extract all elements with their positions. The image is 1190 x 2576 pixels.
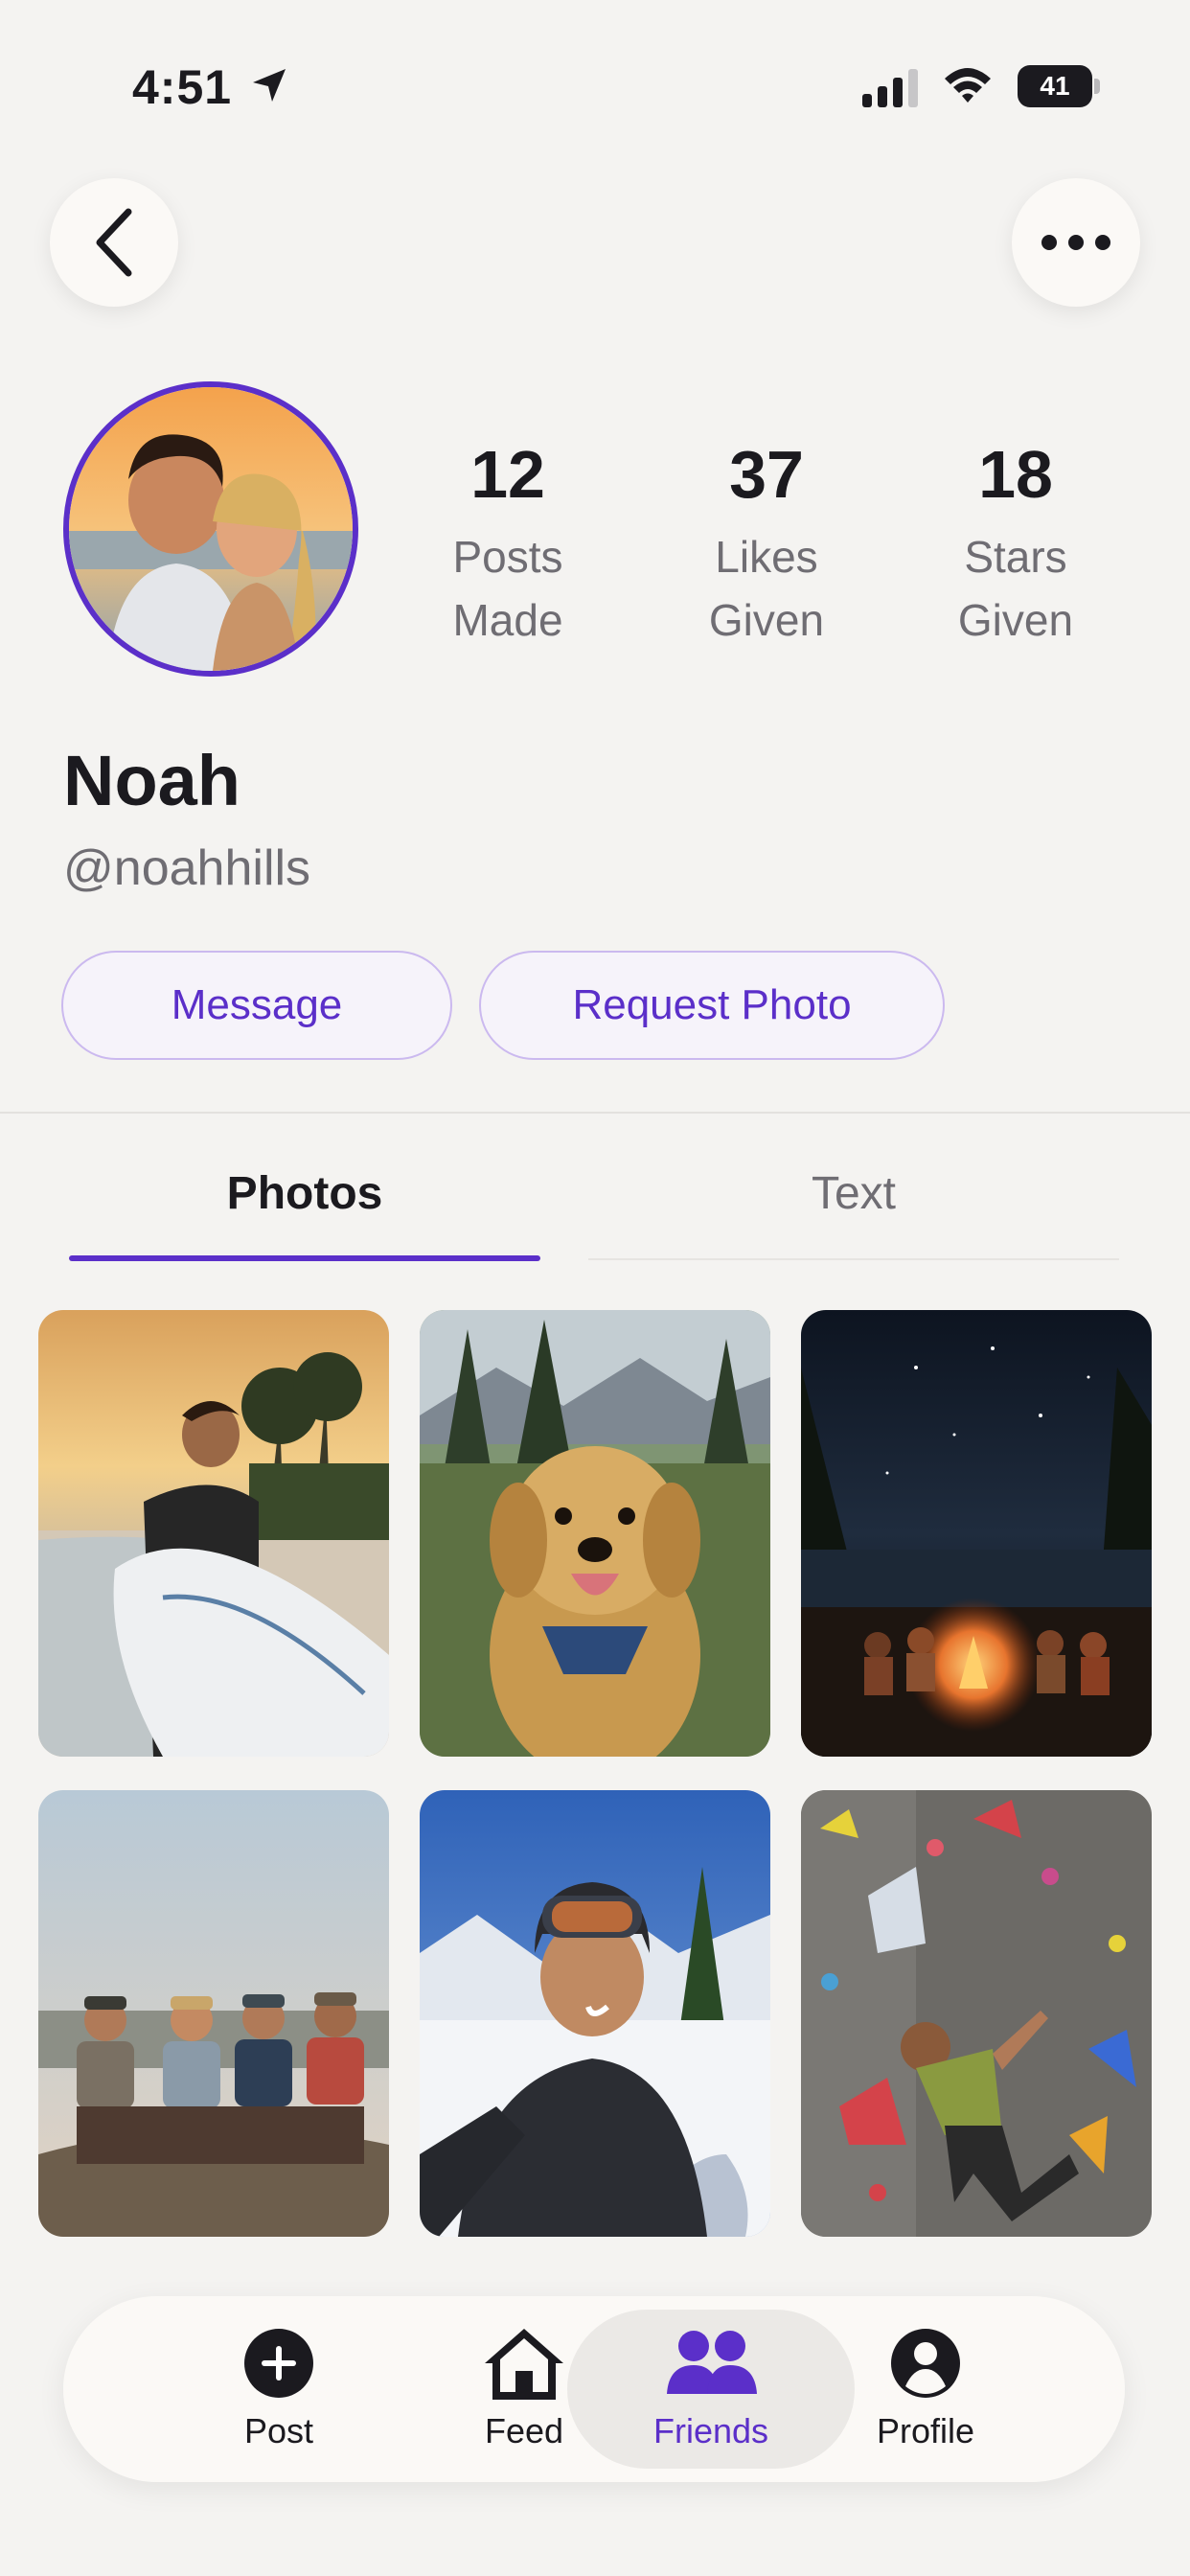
stat-stars-label-line2: Given	[957, 595, 1074, 645]
active-tab-indicator	[69, 1255, 540, 1261]
stat-stars-label-line1: Stars	[964, 532, 1067, 582]
battery-icon: 41	[1018, 65, 1102, 107]
status-time: 4:51	[132, 60, 233, 114]
inactive-tab-underline	[588, 1258, 1119, 1260]
photo-campfire-night[interactable]	[801, 1310, 1152, 1757]
stat-stars: 18 Stars Given	[915, 433, 1116, 652]
home-icon	[485, 2329, 563, 2400]
stat-likes: 37 Likes Given	[666, 433, 867, 652]
location-arrow-icon	[253, 69, 286, 102]
status-bar: 4:51 41	[0, 0, 1190, 172]
wifi-icon	[945, 68, 991, 103]
more-options-button[interactable]	[1012, 178, 1140, 307]
battery-level: 41	[1040, 71, 1070, 101]
stat-posts-label-line1: Posts	[452, 532, 563, 582]
section-divider	[0, 1112, 1190, 1114]
stat-stars-value: 18	[978, 437, 1053, 512]
stat-posts: 12 Posts Made	[407, 433, 608, 652]
profile-avatar[interactable]	[63, 381, 358, 677]
profile-handle: @noahhills	[63, 840, 311, 896]
stat-likes-value: 37	[729, 437, 804, 512]
stat-likes-label: Likes Given	[666, 525, 867, 652]
back-button[interactable]	[50, 178, 178, 307]
stat-posts-value: 12	[470, 437, 545, 512]
message-button[interactable]: Message	[61, 951, 452, 1060]
stat-likes-label-line1: Likes	[715, 532, 818, 582]
tab-text[interactable]: Text	[588, 1167, 1119, 1244]
person-circle-icon	[891, 2329, 960, 2398]
cellular-signal-icon	[862, 69, 918, 107]
photo-skier-selfie[interactable]	[420, 1790, 770, 2237]
request-photo-button[interactable]: Request Photo	[479, 951, 945, 1060]
photo-rock-climbing[interactable]	[801, 1790, 1152, 2237]
stat-stars-label: Stars Given	[915, 525, 1116, 652]
nav-profile[interactable]: Profile	[820, 2296, 1031, 2482]
nav-profile-label: Profile	[876, 2411, 975, 2450]
photo-friends-on-rock[interactable]	[38, 1790, 389, 2237]
photo-surfer-beach[interactable]	[38, 1310, 389, 1757]
bottom-nav: Post Feed Friends Profile	[63, 2296, 1125, 2482]
profile-name: Noah	[63, 741, 240, 820]
nav-friends-label: Friends	[652, 2411, 769, 2450]
stat-likes-label-line2: Given	[708, 595, 825, 645]
photo-golden-retriever[interactable]	[420, 1310, 770, 1757]
chevron-left-icon	[96, 208, 132, 277]
tab-photos[interactable]: Photos	[69, 1167, 540, 1244]
nav-post[interactable]: Post	[159, 2296, 399, 2482]
friends-icon	[667, 2331, 757, 2394]
stat-posts-label: Posts Made	[407, 525, 608, 652]
plus-circle-icon	[244, 2329, 313, 2398]
stat-posts-label-line2: Made	[452, 595, 563, 645]
nav-post-label: Post	[243, 2411, 314, 2450]
nav-friends[interactable]: Friends	[567, 2296, 855, 2482]
ellipsis-icon	[1041, 235, 1110, 250]
